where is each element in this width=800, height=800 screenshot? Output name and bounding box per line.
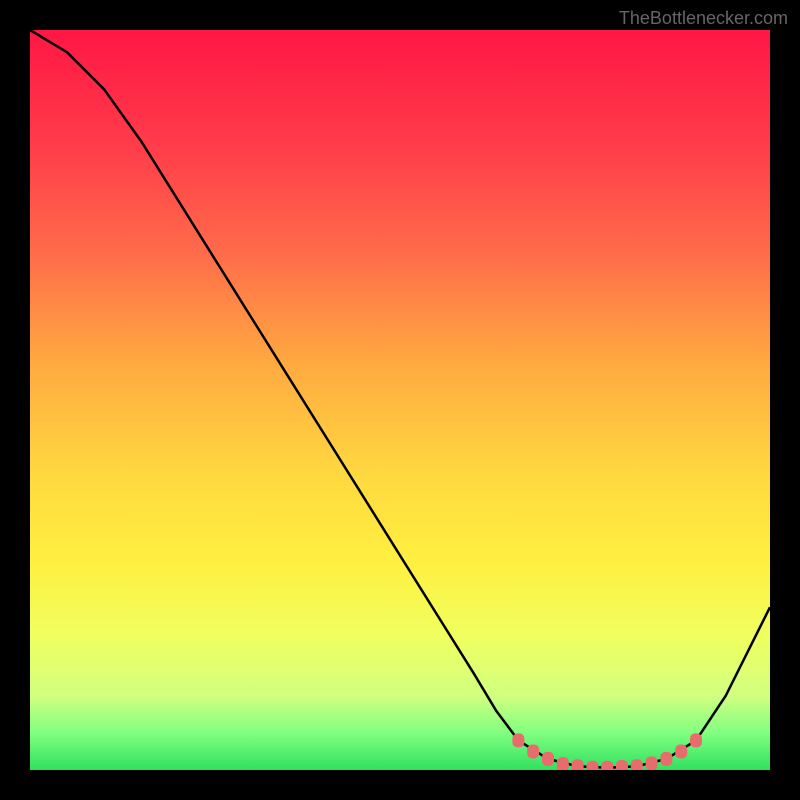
chart-svg xyxy=(30,30,770,770)
marker-point xyxy=(557,757,569,770)
marker-point xyxy=(646,756,658,770)
marker-point xyxy=(512,733,524,747)
marker-point xyxy=(572,759,584,770)
marker-point xyxy=(660,752,672,766)
chart-plot-area xyxy=(30,30,770,770)
marker-point xyxy=(542,752,554,766)
marker-point xyxy=(527,745,539,759)
watermark-text: TheBottlenecker.com xyxy=(619,8,788,29)
marker-point xyxy=(631,759,643,770)
chart-container: TheBottlenecker.com xyxy=(0,0,800,800)
marker-point xyxy=(690,733,702,747)
marker-point xyxy=(586,761,598,770)
marker-point xyxy=(601,761,613,770)
marker-point xyxy=(616,760,628,770)
marker-point xyxy=(675,745,687,759)
